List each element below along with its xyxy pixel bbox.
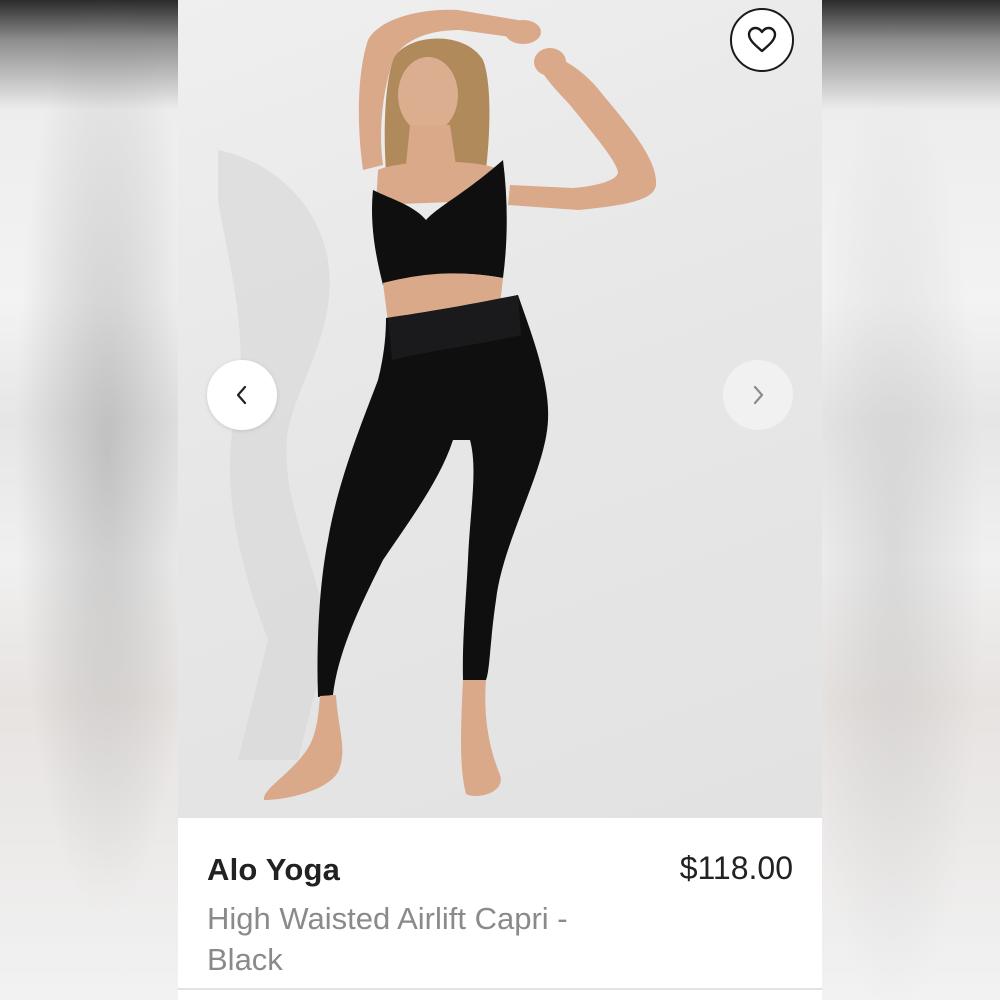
heart-outline-icon xyxy=(747,26,777,53)
face xyxy=(398,57,458,133)
brand-name[interactable]: Alo Yoga xyxy=(207,852,340,888)
divider xyxy=(178,988,822,990)
wall-shadow xyxy=(218,150,330,760)
chevron-right-icon xyxy=(753,385,764,405)
backdrop-shade-right xyxy=(822,0,1000,1000)
product-photo[interactable] xyxy=(178,0,822,818)
listing-price: $118.00 xyxy=(679,850,793,886)
right-foot xyxy=(461,680,501,796)
favorite-button[interactable] xyxy=(730,8,794,72)
right-hand xyxy=(534,48,566,76)
listing-title[interactable]: High Waisted Airlift Capri - Black xyxy=(207,898,627,980)
backdrop-shade-left xyxy=(0,0,178,1000)
neck xyxy=(406,125,456,165)
listing-card[interactable]: Alo Yoga $118.00 High Waisted Airlift Ca… xyxy=(178,0,822,1000)
right-arm xyxy=(508,55,657,210)
previous-photo-button[interactable] xyxy=(207,360,277,430)
next-photo-button[interactable] xyxy=(723,360,793,430)
left-hand xyxy=(505,20,541,44)
listing-info[interactable]: Alo Yoga $118.00 High Waisted Airlift Ca… xyxy=(178,818,822,988)
chevron-left-icon xyxy=(236,385,247,405)
leggings xyxy=(317,295,549,697)
